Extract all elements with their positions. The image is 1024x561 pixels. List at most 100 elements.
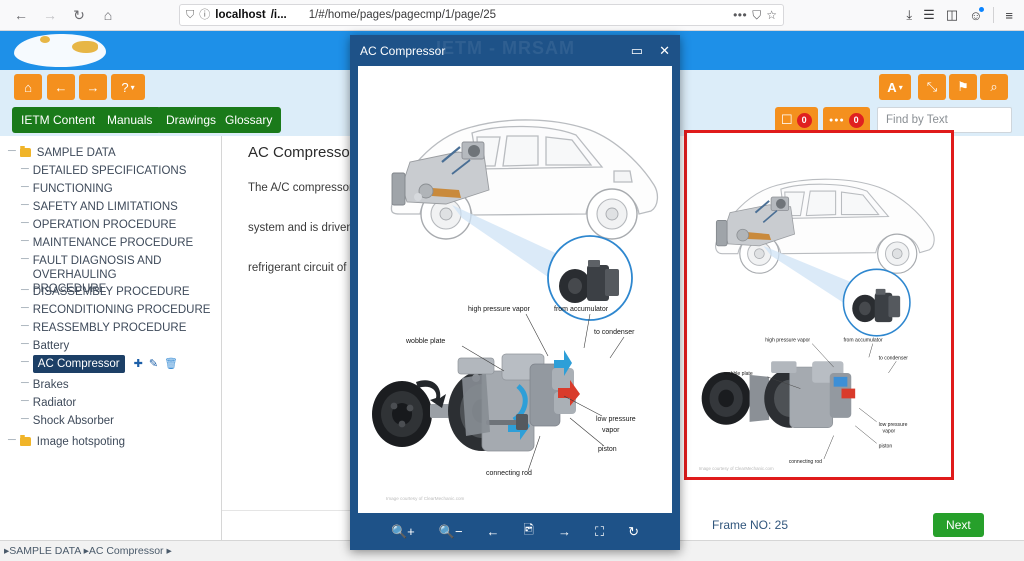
maximize-icon[interactable]: ▭ bbox=[631, 43, 643, 59]
tree-branch: ─ bbox=[21, 217, 29, 229]
label-to-condenser: to condenser bbox=[594, 329, 635, 336]
delete-node-icon[interactable]: 🗑 bbox=[164, 357, 178, 370]
previous-image-icon[interactable]: ← bbox=[487, 524, 500, 539]
font-icon: A bbox=[887, 79, 897, 95]
image-credit-large: Image courtesy of ClearMechanic.com bbox=[386, 496, 465, 501]
image-gallery-icon[interactable]: 🖻 bbox=[524, 521, 534, 543]
navigation-sidebar[interactable]: ─ SAMPLE DATA ─ DETAILED SPECIFICATIONS … bbox=[0, 136, 222, 540]
search-button[interactable]: ⌕ bbox=[980, 74, 1008, 100]
tab-drawings[interactable]: Drawings bbox=[157, 107, 226, 133]
zoom-in-icon[interactable]: 🔍+ bbox=[391, 524, 415, 540]
toolbar-back-button[interactable]: ← bbox=[47, 74, 75, 100]
tab-glossary[interactable]: Glossary bbox=[216, 107, 282, 133]
sidebar-item-shock-absorber[interactable]: ─ Shock Absorber bbox=[21, 412, 221, 430]
sidebar-item-label: DETAILED SPECIFICATIONS bbox=[32, 165, 187, 177]
image-credit: Image courtesy of ClearMechanic.com bbox=[699, 466, 774, 471]
sidebar-item-image-hotspoting[interactable]: ─ Image hotspoting bbox=[8, 433, 221, 451]
sidebar-item-safety-and-limitations[interactable]: ─ SAFETY AND LIMITATIONS bbox=[21, 198, 221, 216]
sidebar-item-label: FUNCTIONING bbox=[32, 183, 113, 195]
note-icon: ☐ bbox=[781, 112, 793, 127]
forward-icon[interactable]: → bbox=[37, 2, 63, 28]
content-tree: ─ SAMPLE DATA ─ DETAILED SPECIFICATIONS … bbox=[0, 144, 221, 451]
tree-branch: ─ bbox=[21, 356, 29, 368]
tree-branch: ─ bbox=[21, 320, 29, 332]
label-high-pressure-vapor: high pressure vapor bbox=[765, 338, 810, 344]
bookmark-button[interactable]: ⚑ bbox=[949, 74, 977, 100]
sidebar-item-ac-compressor[interactable]: ─ AC Compressor ✚ ✎ 🗑 bbox=[21, 355, 221, 376]
cloud-logo-icon[interactable] bbox=[14, 34, 106, 67]
browser-nav-buttons: ← → ↻ ⌂ bbox=[8, 2, 121, 28]
sidebar-item-label: REASSEMBLY PROCEDURE bbox=[32, 322, 187, 334]
appmenu-icon[interactable]: ≡ bbox=[1005, 8, 1013, 23]
reset-icon[interactable]: ↻ bbox=[628, 524, 639, 540]
bookmark-star-icon[interactable]: ☆ bbox=[766, 8, 777, 22]
add-node-icon[interactable]: ✚ bbox=[134, 357, 143, 370]
toolbar-home-button[interactable]: ⌂ bbox=[14, 74, 42, 100]
sidebar-item-label: SAFETY AND LIMITATIONS bbox=[32, 201, 178, 213]
browser-toolbar: ← → ↻ ⌂ ⛉ ⓘ localhost /i... 1/#/home/pag… bbox=[0, 0, 1024, 31]
sidebar-item-operation-procedure[interactable]: ─ OPERATION PROCEDURE bbox=[21, 216, 221, 234]
reload-icon[interactable]: ↻ bbox=[66, 2, 92, 28]
modal-toolbar: 🔍+ 🔍− ← 🖻 → ⛶ ↻ bbox=[350, 513, 680, 550]
image-viewer-modal[interactable]: IETM - MRSAM AC Compressor ▭ ✕ high pres… bbox=[350, 35, 680, 550]
tree-branch: ─ bbox=[21, 377, 29, 389]
page-actions-icon[interactable]: ••• bbox=[733, 8, 747, 22]
url-host: localhost bbox=[215, 9, 266, 21]
library-icon[interactable]: ☰ bbox=[923, 7, 935, 23]
url-path: 1/#/home/pages/pagecmp/1/page/25 bbox=[308, 9, 497, 21]
tree-branch: ─ bbox=[8, 145, 16, 157]
sidebar-icon[interactable]: ◫ bbox=[946, 7, 958, 23]
tracking-protection-icon[interactable]: ⛉ bbox=[752, 8, 761, 23]
browser-right-icons: ⤓ ☰ ◫ ☺ ≡ bbox=[906, 6, 1016, 23]
account-icon[interactable]: ☺ bbox=[969, 6, 985, 23]
tab-manuals[interactable]: Manuals bbox=[98, 107, 162, 133]
modal-window-controls: ▭ ✕ bbox=[631, 43, 670, 59]
font-size-button[interactable]: A ▾ bbox=[879, 74, 911, 100]
url-host-suffix: /i... bbox=[270, 9, 287, 21]
preview-panel: high pressure vapor from accumulator to … bbox=[675, 130, 1024, 540]
breadcrumb[interactable]: ▸SAMPLE DATA ▸AC Compressor ▸ bbox=[4, 545, 172, 557]
tree-branch: ─ bbox=[21, 284, 29, 296]
zoom-out-icon[interactable]: 🔍− bbox=[439, 524, 463, 540]
home-icon[interactable]: ⌂ bbox=[95, 2, 121, 28]
sidebar-item-brakes[interactable]: ─ Brakes bbox=[21, 376, 221, 394]
sidebar-item-maintenance-procedure[interactable]: ─ MAINTENANCE PROCEDURE bbox=[21, 234, 221, 252]
address-bar[interactable]: ⛉ ⓘ localhost /i... 1/#/home/pages/pagec… bbox=[179, 4, 784, 26]
sidebar-item-disassembly-procedure[interactable]: ─ DISASSEMBLY PROCEDURE bbox=[21, 283, 221, 301]
sidebar-item-battery[interactable]: ─ Battery bbox=[21, 337, 221, 355]
label-low-pressure-vapor: low pressure bbox=[879, 422, 908, 428]
sidebar-item-sample-data[interactable]: ─ SAMPLE DATA bbox=[8, 144, 221, 162]
toolbar-forward-button[interactable]: → bbox=[79, 74, 107, 100]
fullscreen-icon[interactable]: ⛶ bbox=[595, 524, 604, 540]
download-icon[interactable]: ⤓ bbox=[906, 7, 912, 23]
tree-branch: ─ bbox=[21, 163, 29, 175]
site-info-icon[interactable]: ⓘ bbox=[199, 9, 210, 21]
hotspot-highlight-box[interactable]: high pressure vapor from accumulator to … bbox=[684, 130, 954, 480]
toolbar-help-button[interactable]: ? ▾ bbox=[111, 74, 145, 100]
tab-ietm-content[interactable]: IETM Content bbox=[12, 107, 105, 133]
ac-compressor-diagram-thumbnail[interactable]: high pressure vapor from accumulator to … bbox=[687, 133, 951, 477]
sidebar-item-functioning[interactable]: ─ FUNCTIONING bbox=[21, 180, 221, 198]
tree-branch: ─ bbox=[8, 434, 16, 446]
back-icon[interactable]: ← bbox=[8, 2, 34, 28]
sidebar-item-reassembly-procedure[interactable]: ─ REASSEMBLY PROCEDURE bbox=[21, 319, 221, 337]
sidebar-item-detailed-specifications[interactable]: ─ DETAILED SPECIFICATIONS bbox=[21, 162, 221, 180]
sidebar-item-radiator[interactable]: ─ Radiator bbox=[21, 394, 221, 412]
label-low-pressure-vapor-2: vapor bbox=[883, 429, 896, 435]
folder-icon bbox=[19, 146, 31, 157]
modal-image-container[interactable]: high pressure vapor from accumulator to … bbox=[358, 66, 672, 513]
sidebar-item-reconditioning-procedure[interactable]: ─ RECONDITIONING PROCEDURE bbox=[21, 301, 221, 319]
next-image-icon[interactable]: → bbox=[558, 524, 571, 539]
edit-node-icon[interactable]: ✎ bbox=[149, 357, 158, 370]
sidebar-item-label: OPERATION PROCEDURE bbox=[32, 219, 177, 231]
sidebar-item-fault-diagnosis[interactable]: ─ FAULT DIAGNOSIS AND OVERHAULING PROCED… bbox=[21, 252, 221, 295]
label-from-accumulator: from accumulator bbox=[554, 306, 609, 313]
expand-button[interactable]: ⤡ bbox=[918, 74, 946, 100]
help-icon: ? bbox=[121, 79, 129, 95]
ac-compressor-diagram-large[interactable]: high pressure vapor from accumulator to … bbox=[358, 66, 672, 513]
chevron-down-icon: ▾ bbox=[898, 82, 903, 92]
next-button[interactable]: Next bbox=[933, 513, 984, 537]
application-window: ← → ↻ ⌂ ⛉ ⓘ localhost /i... 1/#/home/pag… bbox=[0, 0, 1024, 561]
sidebar-item-label: Battery bbox=[32, 340, 70, 352]
close-icon[interactable]: ✕ bbox=[659, 43, 670, 59]
